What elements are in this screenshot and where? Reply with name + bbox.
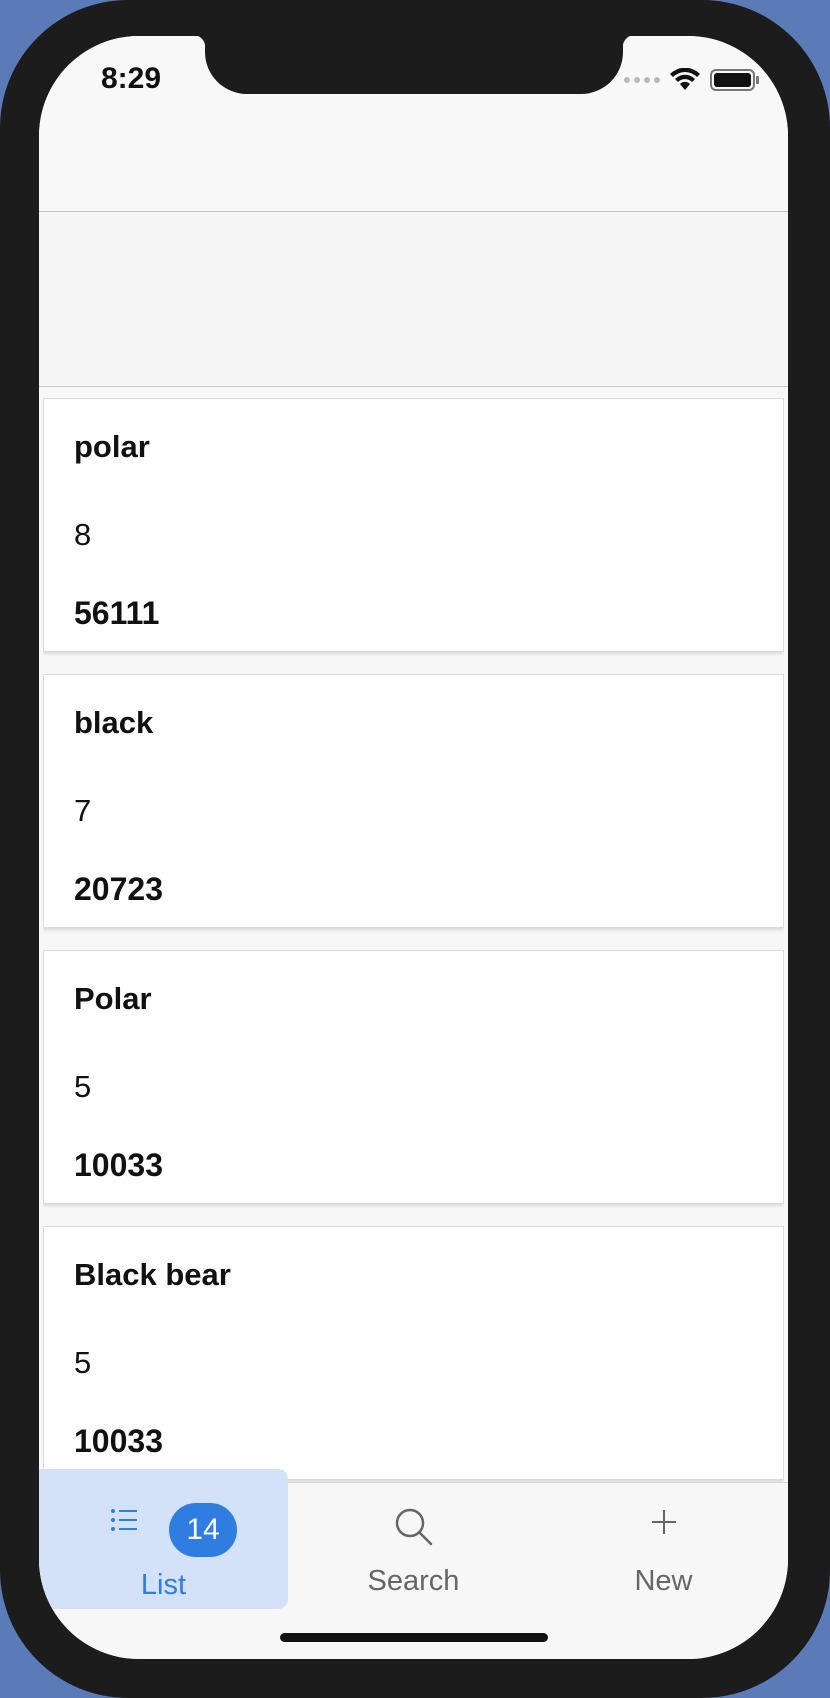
item-total: 10033 xyxy=(74,1423,163,1459)
item-name: Polar xyxy=(74,981,152,1016)
status-time: 8:29 xyxy=(101,62,162,95)
list-icon xyxy=(110,1509,137,1531)
item-total: 20723 xyxy=(74,871,163,907)
item-name: black xyxy=(74,705,154,740)
tab-label: New xyxy=(634,1565,693,1597)
item-count: 5 xyxy=(74,1345,92,1380)
home-indicator[interactable] xyxy=(280,1633,548,1642)
status-icons xyxy=(624,68,760,92)
plus-icon xyxy=(651,1510,676,1534)
list-item[interactable]: black 7 20723 xyxy=(43,674,784,928)
item-list: polar 8 56111 black 7 20723 Polar 5 1003… xyxy=(43,398,784,1518)
wifi-icon xyxy=(670,68,700,90)
device-notch xyxy=(192,36,636,94)
device-frame: 8:29 polar 8 56111 black 7 20723 Polar 5… xyxy=(0,0,830,1698)
tab-new[interactable]: New xyxy=(539,1469,788,1609)
item-count: 8 xyxy=(74,517,92,552)
cellular-signal-icon xyxy=(624,77,660,83)
search-icon xyxy=(395,1508,432,1546)
item-count: 7 xyxy=(74,793,92,828)
tab-badge: 14 xyxy=(169,1503,237,1557)
tab-list[interactable]: 14 List xyxy=(39,1469,288,1609)
item-name: Black bear xyxy=(74,1257,231,1292)
item-name: polar xyxy=(74,429,150,464)
app-screen: 8:29 polar 8 56111 black 7 20723 Polar 5… xyxy=(39,36,788,1659)
list-item[interactable]: Polar 5 10033 xyxy=(43,950,784,1204)
tab-label: Search xyxy=(367,1565,460,1597)
item-total: 10033 xyxy=(74,1147,163,1183)
tab-label: List xyxy=(140,1569,187,1601)
list-item[interactable]: Black bear 5 10033 xyxy=(43,1226,784,1480)
item-total: 56111 xyxy=(74,595,160,631)
header-area xyxy=(39,212,788,387)
battery-icon xyxy=(710,69,759,91)
item-count: 5 xyxy=(74,1069,92,1104)
list-item[interactable]: polar 8 56111 xyxy=(43,398,784,652)
tab-search[interactable]: Search xyxy=(289,1469,538,1609)
